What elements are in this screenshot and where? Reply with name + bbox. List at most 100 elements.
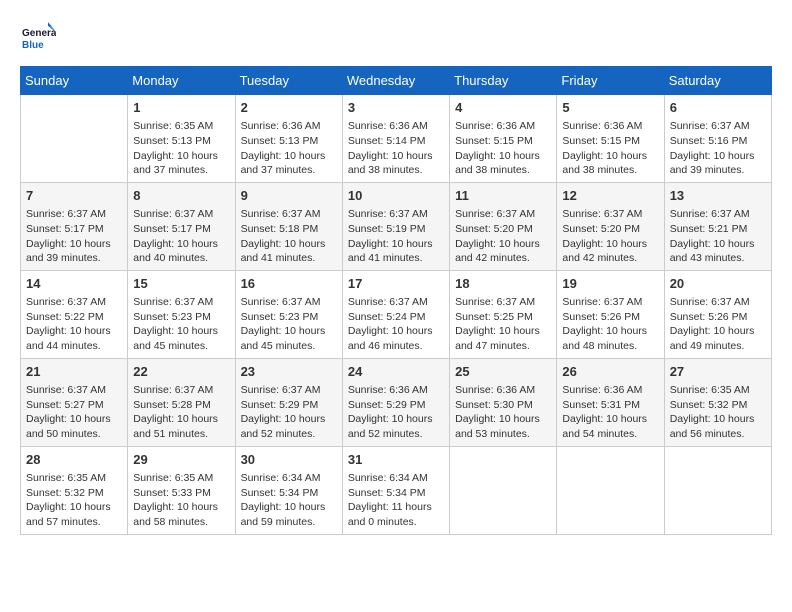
day-number: 11 xyxy=(455,187,551,205)
calendar-cell: 15Sunrise: 6:37 AM Sunset: 5:23 PM Dayli… xyxy=(128,270,235,358)
day-info: Sunrise: 6:37 AM Sunset: 5:24 PM Dayligh… xyxy=(348,295,444,354)
week-row-3: 14Sunrise: 6:37 AM Sunset: 5:22 PM Dayli… xyxy=(21,270,772,358)
day-info: Sunrise: 6:34 AM Sunset: 5:34 PM Dayligh… xyxy=(241,471,337,530)
day-info: Sunrise: 6:35 AM Sunset: 5:32 PM Dayligh… xyxy=(670,383,766,442)
day-info: Sunrise: 6:37 AM Sunset: 5:25 PM Dayligh… xyxy=(455,295,551,354)
calendar-cell: 6 Sunrise: 6:37 AM Sunset: 5:16 PM Daylig… xyxy=(664,95,771,183)
calendar-cell: 4Sunrise: 6:36 AM Sunset: 5:15 PM Daylig… xyxy=(450,95,557,183)
logo-svg: General Blue xyxy=(20,20,56,56)
day-number: 19 xyxy=(562,275,658,293)
day-info: Sunrise: 6:36 AM Sunset: 5:15 PM Dayligh… xyxy=(562,119,658,178)
day-info: Sunrise: 6:37 AM Sunset: 5:20 PM Dayligh… xyxy=(455,207,551,266)
day-info: Sunrise: 6:35 AM Sunset: 5:32 PM Dayligh… xyxy=(26,471,122,530)
day-number: 27 xyxy=(670,363,766,381)
week-row-1: 1 Sunrise: 6:35 AM Sunset: 5:13 PM Daylig… xyxy=(21,95,772,183)
day-number: 29 xyxy=(133,451,229,469)
week-row-2: 7 Sunrise: 6:37 AM Sunset: 5:17 PM Daylig… xyxy=(21,182,772,270)
day-number: 22 xyxy=(133,363,229,381)
calendar-cell: 23Sunrise: 6:37 AM Sunset: 5:29 PM Dayli… xyxy=(235,358,342,446)
day-info: Sunrise: 6:37 AM Sunset: 5:28 PM Dayligh… xyxy=(133,383,229,442)
day-header-thursday: Thursday xyxy=(450,67,557,95)
calendar-cell: 3 Sunrise: 6:36 AM Sunset: 5:14 PM Daylig… xyxy=(342,95,449,183)
day-number: 28 xyxy=(26,451,122,469)
calendar-cell: 30 Sunrise: 6:34 AM Sunset: 5:34 PM Dayli… xyxy=(235,446,342,534)
calendar-cell: 25 Sunrise: 6:36 AM Sunset: 5:30 PM Dayli… xyxy=(450,358,557,446)
day-info: Sunrise: 6:37 AM Sunset: 5:18 PM Dayligh… xyxy=(241,207,337,266)
calendar-cell: 17 Sunrise: 6:37 AM Sunset: 5:24 PM Dayli… xyxy=(342,270,449,358)
day-info: Sunrise: 6:37 AM Sunset: 5:23 PM Dayligh… xyxy=(241,295,337,354)
day-info: Sunrise: 6:37 AM Sunset: 5:21 PM Dayligh… xyxy=(670,207,766,266)
day-number: 24 xyxy=(348,363,444,381)
day-header-saturday: Saturday xyxy=(664,67,771,95)
day-number: 10 xyxy=(348,187,444,205)
day-number: 30 xyxy=(241,451,337,469)
day-number: 26 xyxy=(562,363,658,381)
calendar-cell xyxy=(557,446,664,534)
day-info: Sunrise: 6:36 AM Sunset: 5:13 PM Dayligh… xyxy=(241,119,337,178)
day-number: 9 xyxy=(241,187,337,205)
page-header: General Blue xyxy=(20,20,772,56)
calendar-cell: 13Sunrise: 6:37 AM Sunset: 5:21 PM Dayli… xyxy=(664,182,771,270)
calendar-cell: 7 Sunrise: 6:37 AM Sunset: 5:17 PM Daylig… xyxy=(21,182,128,270)
calendar-cell: 11 Sunrise: 6:37 AM Sunset: 5:20 PM Dayli… xyxy=(450,182,557,270)
calendar-cell: 19Sunrise: 6:37 AM Sunset: 5:26 PM Dayli… xyxy=(557,270,664,358)
calendar-cell: 18 Sunrise: 6:37 AM Sunset: 5:25 PM Dayli… xyxy=(450,270,557,358)
day-header-wednesday: Wednesday xyxy=(342,67,449,95)
day-number: 17 xyxy=(348,275,444,293)
calendar-cell: 26Sunrise: 6:36 AM Sunset: 5:31 PM Dayli… xyxy=(557,358,664,446)
day-info: Sunrise: 6:35 AM Sunset: 5:13 PM Dayligh… xyxy=(133,119,229,178)
day-number: 4 xyxy=(455,99,551,117)
day-number: 16 xyxy=(241,275,337,293)
day-info: Sunrise: 6:36 AM Sunset: 5:30 PM Dayligh… xyxy=(455,383,551,442)
calendar-cell: 9 Sunrise: 6:37 AM Sunset: 5:18 PM Daylig… xyxy=(235,182,342,270)
svg-text:Blue: Blue xyxy=(22,40,44,51)
svg-text:General: General xyxy=(22,28,56,39)
week-row-5: 28 Sunrise: 6:35 AM Sunset: 5:32 PM Dayli… xyxy=(21,446,772,534)
week-row-4: 21 Sunrise: 6:37 AM Sunset: 5:27 PM Dayli… xyxy=(21,358,772,446)
day-info: Sunrise: 6:36 AM Sunset: 5:14 PM Dayligh… xyxy=(348,119,444,178)
day-number: 31 xyxy=(348,451,444,469)
day-header-monday: Monday xyxy=(128,67,235,95)
calendar-cell: 21 Sunrise: 6:37 AM Sunset: 5:27 PM Dayli… xyxy=(21,358,128,446)
day-number: 18 xyxy=(455,275,551,293)
calendar-table: SundayMondayTuesdayWednesdayThursdayFrid… xyxy=(20,66,772,535)
calendar-cell xyxy=(21,95,128,183)
day-number: 23 xyxy=(241,363,337,381)
day-header-friday: Friday xyxy=(557,67,664,95)
day-info: Sunrise: 6:37 AM Sunset: 5:17 PM Dayligh… xyxy=(26,207,122,266)
day-info: Sunrise: 6:35 AM Sunset: 5:33 PM Dayligh… xyxy=(133,471,229,530)
calendar-cell: 16 Sunrise: 6:37 AM Sunset: 5:23 PM Dayli… xyxy=(235,270,342,358)
day-info: Sunrise: 6:37 AM Sunset: 5:27 PM Dayligh… xyxy=(26,383,122,442)
day-number: 6 xyxy=(670,99,766,117)
day-info: Sunrise: 6:37 AM Sunset: 5:17 PM Dayligh… xyxy=(133,207,229,266)
logo: General Blue xyxy=(20,20,56,56)
day-info: Sunrise: 6:34 AM Sunset: 5:34 PM Dayligh… xyxy=(348,471,444,530)
day-number: 25 xyxy=(455,363,551,381)
calendar-cell: 12Sunrise: 6:37 AM Sunset: 5:20 PM Dayli… xyxy=(557,182,664,270)
calendar-cell: 10Sunrise: 6:37 AM Sunset: 5:19 PM Dayli… xyxy=(342,182,449,270)
day-header-tuesday: Tuesday xyxy=(235,67,342,95)
calendar-cell: 20 Sunrise: 6:37 AM Sunset: 5:26 PM Dayli… xyxy=(664,270,771,358)
day-info: Sunrise: 6:37 AM Sunset: 5:16 PM Dayligh… xyxy=(670,119,766,178)
day-info: Sunrise: 6:36 AM Sunset: 5:29 PM Dayligh… xyxy=(348,383,444,442)
day-number: 1 xyxy=(133,99,229,117)
day-number: 2 xyxy=(241,99,337,117)
calendar-cell: 24 Sunrise: 6:36 AM Sunset: 5:29 PM Dayli… xyxy=(342,358,449,446)
calendar-cell: 31 Sunrise: 6:34 AM Sunset: 5:34 PM Dayli… xyxy=(342,446,449,534)
day-number: 5 xyxy=(562,99,658,117)
calendar-cell: 22 Sunrise: 6:37 AM Sunset: 5:28 PM Dayli… xyxy=(128,358,235,446)
day-number: 21 xyxy=(26,363,122,381)
day-info: Sunrise: 6:37 AM Sunset: 5:22 PM Dayligh… xyxy=(26,295,122,354)
day-info: Sunrise: 6:37 AM Sunset: 5:23 PM Dayligh… xyxy=(133,295,229,354)
day-number: 12 xyxy=(562,187,658,205)
day-number: 7 xyxy=(26,187,122,205)
calendar-cell: 14Sunrise: 6:37 AM Sunset: 5:22 PM Dayli… xyxy=(21,270,128,358)
day-number: 3 xyxy=(348,99,444,117)
day-info: Sunrise: 6:37 AM Sunset: 5:26 PM Dayligh… xyxy=(670,295,766,354)
calendar-cell xyxy=(664,446,771,534)
days-header-row: SundayMondayTuesdayWednesdayThursdayFrid… xyxy=(21,67,772,95)
day-header-sunday: Sunday xyxy=(21,67,128,95)
day-number: 20 xyxy=(670,275,766,293)
calendar-cell: 28 Sunrise: 6:35 AM Sunset: 5:32 PM Dayli… xyxy=(21,446,128,534)
calendar-cell: 2 Sunrise: 6:36 AM Sunset: 5:13 PM Daylig… xyxy=(235,95,342,183)
